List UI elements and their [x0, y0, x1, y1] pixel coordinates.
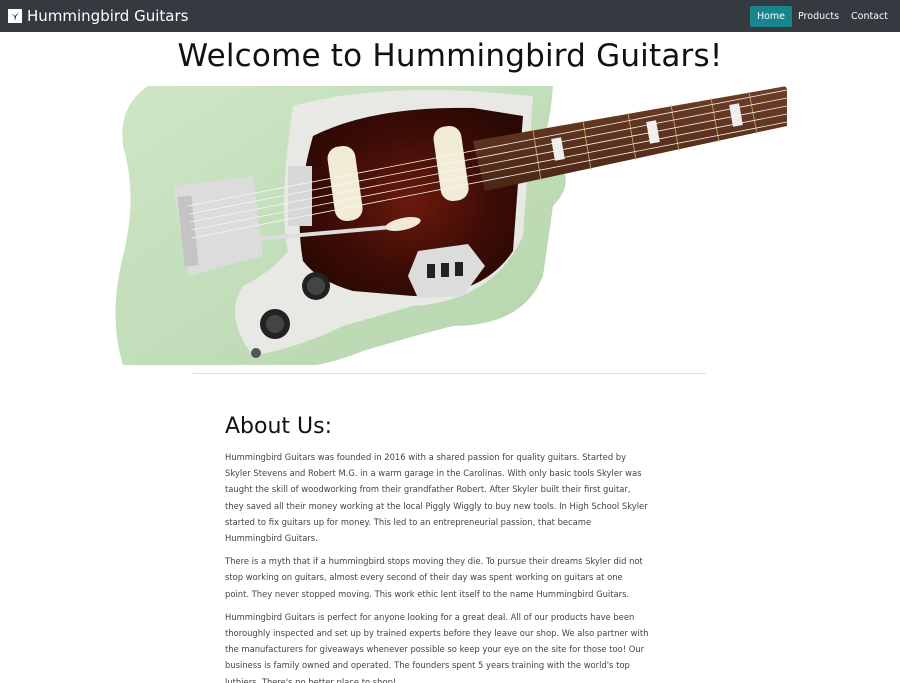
- nav-contact[interactable]: Contact: [845, 6, 894, 27]
- guitar-photo: [113, 86, 787, 365]
- about-paragraph: Hummingbird Guitars is perfect for anyon…: [225, 611, 649, 683]
- brand-link[interactable]: Hummingbird Guitars: [8, 7, 188, 25]
- page-title: Welcome to Hummingbird Guitars!: [177, 38, 723, 74]
- brand-title: Hummingbird Guitars: [27, 7, 189, 25]
- section-divider: [193, 373, 706, 374]
- about-paragraph: There is a myth that if a hummingbird st…: [225, 556, 643, 599]
- about-paragraph: Hummingbird Guitars was founded in 2016 …: [225, 452, 648, 544]
- hummingbird-logo-icon: [8, 9, 22, 23]
- navbar: Hummingbird Guitars Home Products Contac…: [0, 0, 900, 32]
- nav-home[interactable]: Home: [749, 5, 792, 27]
- about-section: About Us: Hummingbird Guitars was founde…: [225, 414, 649, 683]
- nav-products[interactable]: Products: [792, 6, 845, 27]
- about-heading: About Us:: [225, 414, 333, 439]
- nav-links: Home Products Contact: [749, 0, 894, 32]
